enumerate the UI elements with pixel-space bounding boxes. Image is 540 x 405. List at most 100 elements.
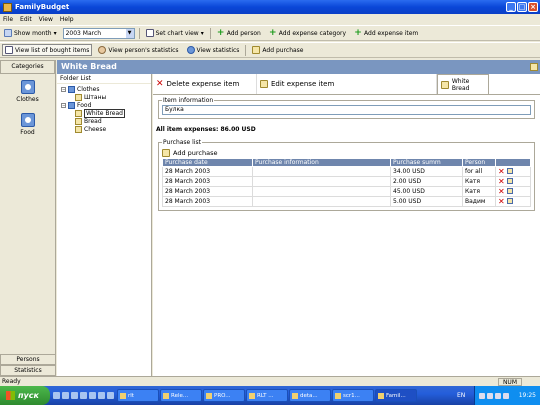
menu-edit[interactable]: Edit — [20, 16, 32, 23]
edit-icon[interactable] — [506, 188, 513, 194]
app-icon — [378, 392, 384, 399]
collapse-icon[interactable]: − — [61, 86, 66, 92]
month-select[interactable]: 2003 March ▼ — [62, 27, 135, 39]
tray-icon[interactable] — [487, 392, 493, 399]
chart-icon — [145, 29, 154, 37]
column-header-person[interactable]: Person — [462, 158, 496, 167]
app-icon — [335, 392, 341, 399]
window-title: FamilyBudget — [15, 3, 70, 11]
edit-icon — [441, 80, 449, 89]
column-header-date[interactable]: Purchase date — [162, 158, 253, 167]
delete-icon[interactable]: ✕ — [498, 177, 505, 186]
tree-node-label: Clothes — [77, 85, 100, 93]
delete-icon[interactable]: ✕ — [498, 197, 505, 206]
taskbar-item-active[interactable]: Famil... — [375, 389, 417, 402]
edit-icon[interactable] — [506, 168, 513, 174]
view-statistics-button[interactable]: View statistics — [185, 44, 242, 56]
add-purchase-button[interactable]: Add purchase — [162, 147, 531, 158]
quick-launch-icon[interactable] — [107, 392, 114, 399]
current-item-tab[interactable]: White Bread — [437, 74, 489, 94]
delete-icon[interactable]: ✕ — [498, 187, 505, 196]
tree-node-cheese[interactable]: Cheese — [61, 125, 151, 133]
delete-expense-item-button[interactable]: ✕ Delete expense item — [153, 74, 257, 94]
column-header-actions — [495, 158, 531, 167]
cell-person: Катя — [462, 186, 496, 197]
start-button[interactable]: пуск — [0, 386, 50, 405]
tray-icon[interactable] — [503, 392, 509, 399]
table-row[interactable]: 28 March 2003 2.00 USD Катя ✕ — [162, 176, 531, 187]
view-toolbar: View list of bought items View person's … — [0, 42, 540, 58]
taskbar-item-label: rlt — [128, 392, 134, 399]
taskbar-item-label: PRO... — [214, 392, 231, 399]
category-food[interactable]: Food — [0, 113, 55, 136]
view-person-statistics-button[interactable]: View person's statistics — [96, 44, 180, 56]
taskbar-item[interactable]: scr1... — [332, 389, 374, 402]
taskbar-item[interactable]: rlt — [117, 389, 159, 402]
item-icon — [75, 93, 82, 101]
category-clothes[interactable]: Clothes — [0, 80, 55, 103]
quick-launch-icon[interactable] — [71, 392, 78, 399]
language-indicator[interactable]: EN — [457, 392, 465, 399]
edit-expense-item-button[interactable]: Edit expense item — [257, 74, 437, 94]
persons-tab[interactable]: Persons — [0, 354, 56, 365]
quick-launch-icon[interactable] — [62, 392, 69, 399]
item-information-field[interactable]: Булка — [162, 105, 531, 115]
collapse-icon[interactable]: − — [61, 102, 66, 108]
toolbar-separator — [209, 27, 211, 39]
maximize-button[interactable]: □ — [517, 2, 527, 12]
main-toolbar: Show month ▾ 2003 March ▼ Set chart view… — [0, 25, 540, 41]
add-expense-category-button[interactable]: + Add expense category — [267, 27, 348, 39]
add-purchase-toolbar-button[interactable]: Add purchase — [250, 44, 305, 56]
categories-header[interactable]: Categories — [0, 60, 55, 74]
toolbar-separator — [245, 44, 247, 56]
add-expense-item-button[interactable]: + Add expense item — [352, 27, 420, 39]
taskbar-item[interactable]: Rele... — [160, 389, 202, 402]
tree-node-shtany[interactable]: Штаны — [61, 93, 151, 101]
taskbar-item[interactable]: deta... — [289, 389, 331, 402]
all-item-expenses: All item expenses: 86.00 USD — [156, 126, 256, 133]
taskbar-item[interactable]: RLT ... — [246, 389, 288, 402]
quick-launch-icon[interactable] — [53, 392, 60, 399]
edit-icon[interactable] — [506, 178, 513, 184]
table-row[interactable]: 28 March 2003 45.00 USD Катя ✕ — [162, 186, 531, 197]
cell-date: 28 March 2003 — [162, 186, 253, 197]
add-purchase-label: Add purchase — [173, 148, 218, 157]
table-row[interactable]: 28 March 2003 5.00 USD Вадим ✕ — [162, 196, 531, 207]
tray-icon[interactable] — [495, 392, 501, 399]
item-information-group: Item information Булка — [158, 97, 535, 119]
view-bought-items-button[interactable]: View list of bought items — [2, 44, 93, 56]
tray-icon[interactable] — [479, 392, 485, 399]
tree-node-clothes[interactable]: − Clothes — [61, 85, 151, 93]
tree-node-bread[interactable]: Bread — [61, 117, 151, 125]
column-header-summ[interactable]: Purchase summ — [390, 158, 463, 167]
taskbar-item[interactable]: PRO... — [203, 389, 245, 402]
purchase-list-group: Purchase list Add purchase Purchase date… — [158, 139, 535, 211]
plus-icon: + — [269, 28, 277, 38]
cell-summ: 45.00 USD — [390, 186, 463, 197]
set-chart-view-label: Set chart view — [155, 29, 199, 37]
add-person-button[interactable]: + Add person — [215, 27, 263, 39]
quick-launch-icon[interactable] — [98, 392, 105, 399]
current-item-label: White Bread — [451, 77, 470, 92]
quick-launch-icon[interactable] — [89, 392, 96, 399]
edit-icon[interactable] — [530, 63, 538, 71]
show-month-button[interactable]: Show month ▾ — [2, 27, 59, 39]
quick-launch-icon[interactable] — [80, 392, 87, 399]
tree-node-label: Штаны — [84, 93, 107, 101]
table-row[interactable]: 28 March 2003 34.00 USD for all ✕ — [162, 166, 531, 177]
statistics-tab[interactable]: Statistics — [0, 365, 56, 376]
edit-icon[interactable] — [506, 198, 513, 204]
menu-file[interactable]: File — [3, 16, 13, 23]
menu-view[interactable]: View — [39, 16, 53, 23]
tree-node-white-bread[interactable]: White Bread — [61, 108, 151, 118]
column-header-information[interactable]: Purchase information — [252, 158, 391, 167]
minimize-button[interactable]: _ — [506, 2, 516, 12]
view-person-statistics-label: View person's statistics — [108, 46, 179, 54]
delete-icon[interactable]: ✕ — [498, 167, 505, 176]
taskbar: пуск rlt Rele... PRO... RLT ... deta... … — [0, 386, 540, 405]
set-chart-view-button[interactable]: Set chart view ▾ — [144, 27, 206, 39]
close-button[interactable]: × — [528, 2, 538, 12]
app-icon — [249, 392, 255, 399]
delete-icon: ✕ — [156, 79, 164, 89]
menu-help[interactable]: Help — [60, 16, 74, 23]
